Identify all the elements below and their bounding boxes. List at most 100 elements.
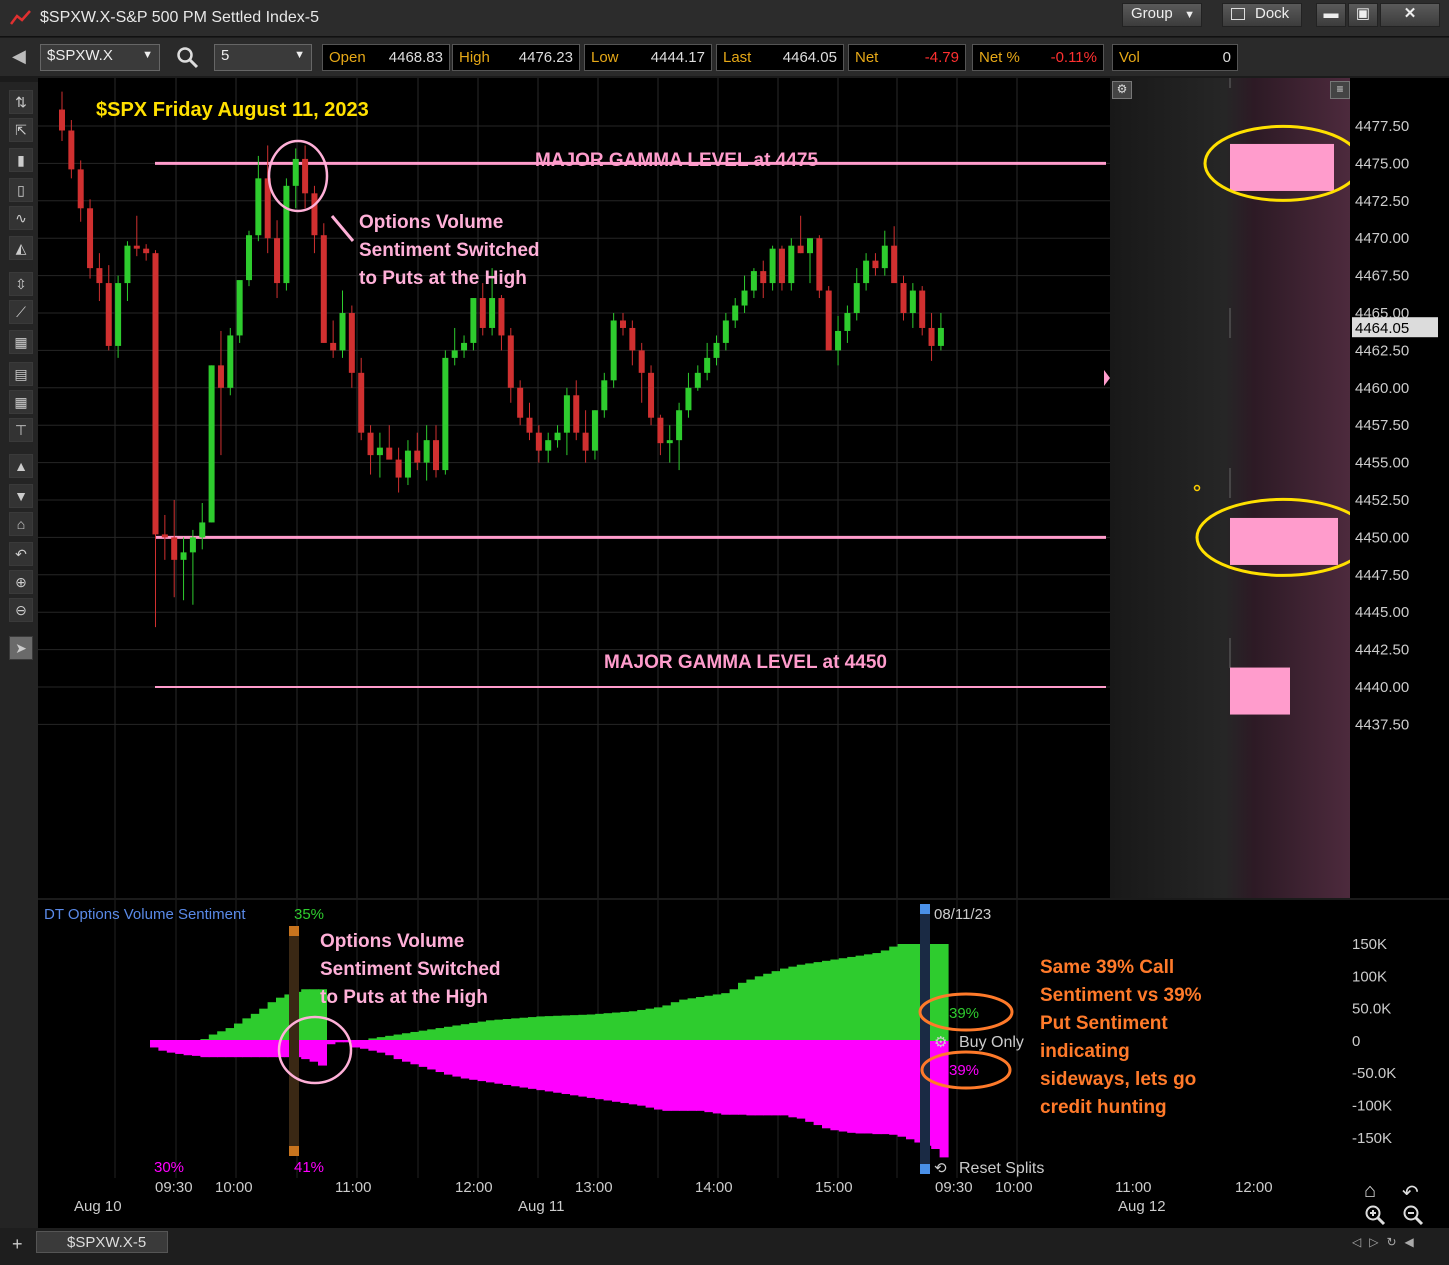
tab-nav-icons[interactable]: ◁▷↻◀ xyxy=(1352,1235,1422,1249)
call-bar xyxy=(242,1018,252,1041)
call-bar xyxy=(763,973,773,1041)
tab-label: $SPXW.X-5 xyxy=(67,1234,147,1251)
hline-icon[interactable]: ⊤ xyxy=(9,418,33,442)
symbol-value: $SPXW.X xyxy=(47,47,113,64)
zoom-in-icon[interactable] xyxy=(1364,1204,1386,1226)
call-bar xyxy=(427,1029,437,1041)
candle-body xyxy=(255,178,262,236)
up-icon[interactable]: ▲ xyxy=(9,454,33,478)
menu-icon[interactable]: ≡ xyxy=(1330,81,1350,99)
quote-value: 4444.17 xyxy=(650,49,705,66)
quote-label: Vol xyxy=(1119,49,1140,66)
area-icon[interactable]: ◭ xyxy=(9,236,33,260)
zoom-out-icon[interactable] xyxy=(1402,1204,1424,1226)
dock-button[interactable]: Dock xyxy=(1222,3,1302,27)
draw-line-icon[interactable]: ⟋ xyxy=(9,300,33,324)
gear-icon[interactable]: ⚙ xyxy=(1112,81,1132,99)
put-bar xyxy=(301,1041,311,1060)
call-bar xyxy=(847,956,857,1041)
note-line: Sentiment vs 39% xyxy=(1040,985,1202,1006)
buy-only-label[interactable]: Buy Only xyxy=(959,1034,1024,1051)
interval-select[interactable]: 5 ▼ xyxy=(214,44,312,71)
put-bar xyxy=(889,1041,899,1135)
marker-dot xyxy=(1193,484,1201,492)
candle-icon[interactable]: ▮ xyxy=(9,148,33,172)
put-bar xyxy=(208,1041,218,1058)
put-bar xyxy=(746,1041,756,1116)
minimize-button[interactable]: ▬ xyxy=(1316,3,1346,27)
search-icon[interactable] xyxy=(176,46,200,70)
date-tick-label: Aug 12 xyxy=(1118,1198,1166,1215)
note-line: Options Volume xyxy=(320,931,464,952)
group-dropdown[interactable]: Group ▼ xyxy=(1122,3,1202,27)
price-tick-label: 4475.00 xyxy=(1355,155,1409,172)
call-bar xyxy=(880,950,890,1041)
undo-icon[interactable]: ↶ xyxy=(1402,1180,1419,1205)
collapse-arrow-icon[interactable]: ◀ xyxy=(12,46,26,67)
call-bar xyxy=(469,1022,479,1041)
price-tick-label: 4457.50 xyxy=(1355,417,1409,434)
call-bar xyxy=(822,960,831,1041)
put-bar xyxy=(368,1041,378,1051)
quote-high: High 4476.23 xyxy=(452,44,580,71)
put-bar xyxy=(511,1041,521,1087)
put-bar xyxy=(200,1041,210,1058)
line-icon[interactable]: ∿ xyxy=(9,206,33,230)
add-tab-icon[interactable]: + xyxy=(12,1234,23,1255)
quote-value: 0 xyxy=(1222,49,1231,66)
candle-body xyxy=(535,432,542,451)
put-bar xyxy=(309,1041,319,1062)
put-bar xyxy=(519,1041,529,1088)
pointer-icon[interactable]: ➤ xyxy=(9,636,33,660)
quote-open: Open 4468.83 xyxy=(322,44,450,71)
title-bar: $SPXW.X-S&P 500 PM Settled Index-5 Group… xyxy=(0,0,1449,37)
sentiment-panel[interactable]: DT Options Volume Sentiment 35% 30% 41% 08/1… xyxy=(38,900,1449,1178)
home-icon[interactable]: ⌂ xyxy=(9,512,33,536)
candle-body xyxy=(638,350,645,373)
call-bar xyxy=(830,959,840,1041)
price-chart[interactable]: $SPX Friday August 11, 2023 MAJOR GAMMA L… xyxy=(38,78,1110,898)
candle-body xyxy=(694,372,701,388)
table-icon[interactable]: ▤ xyxy=(9,362,33,386)
put-bar xyxy=(183,1041,193,1056)
home-icon[interactable]: ⌂ xyxy=(1364,1180,1376,1203)
candle-body xyxy=(274,238,281,284)
candle-body xyxy=(620,320,626,328)
zoom-out-icon[interactable]: ⊖ xyxy=(9,598,33,622)
undo-icon[interactable]: ↶ xyxy=(9,542,33,566)
down-icon[interactable]: ▼ xyxy=(9,484,33,508)
put-bar xyxy=(410,1041,420,1065)
current-marker-bottom xyxy=(920,1164,930,1174)
put-bar xyxy=(704,1041,714,1113)
crosshair-icon[interactable]: ⇅ xyxy=(9,90,33,114)
grid-icon[interactable]: ▦ xyxy=(9,330,33,354)
last-price-label: 4464.05 xyxy=(1355,320,1409,337)
sentiment-tick-label: 100K xyxy=(1352,968,1387,985)
date-tick-label: Aug 11 xyxy=(518,1198,564,1215)
put-bar xyxy=(460,1041,470,1079)
put-bar xyxy=(486,1041,495,1083)
call-bar xyxy=(595,1013,605,1041)
maximize-button[interactable]: ▣ xyxy=(1348,3,1378,27)
candle-body xyxy=(236,280,243,336)
put-bar xyxy=(838,1041,848,1132)
call-bar xyxy=(612,1012,621,1041)
small-grid-icon[interactable]: ▦ xyxy=(9,390,33,414)
zoom-in-icon[interactable]: ⊕ xyxy=(9,570,33,594)
bar-icon[interactable]: ▯ xyxy=(9,178,33,202)
candle-body xyxy=(292,158,299,186)
gear-icon[interactable]: ⚙ xyxy=(934,1034,947,1051)
fit-icon[interactable]: ⇳ xyxy=(9,272,33,296)
reset-icon[interactable]: ⟲ xyxy=(934,1160,947,1177)
reset-splits-button[interactable]: Reset Splits xyxy=(959,1160,1044,1177)
put-bar xyxy=(847,1041,857,1133)
time-axis[interactable]: 09:30 10:00 11:00 12:00 13:00 14:00 15:00 09:30… xyxy=(38,1178,1449,1228)
put-bar xyxy=(612,1041,621,1102)
price-axis[interactable]: 4477.50 4475.00 4472.50 4470.00 4467.50 4465.… xyxy=(1350,78,1449,898)
symbol-select[interactable]: $SPXW.X ▼ xyxy=(40,44,160,71)
candle-body xyxy=(788,245,795,284)
close-button[interactable]: ✕ xyxy=(1380,3,1440,27)
drag-icon[interactable]: ⇱ xyxy=(9,118,33,142)
put-bar xyxy=(637,1041,647,1106)
tab-spxw[interactable]: $SPXW.X-5 xyxy=(36,1231,168,1253)
